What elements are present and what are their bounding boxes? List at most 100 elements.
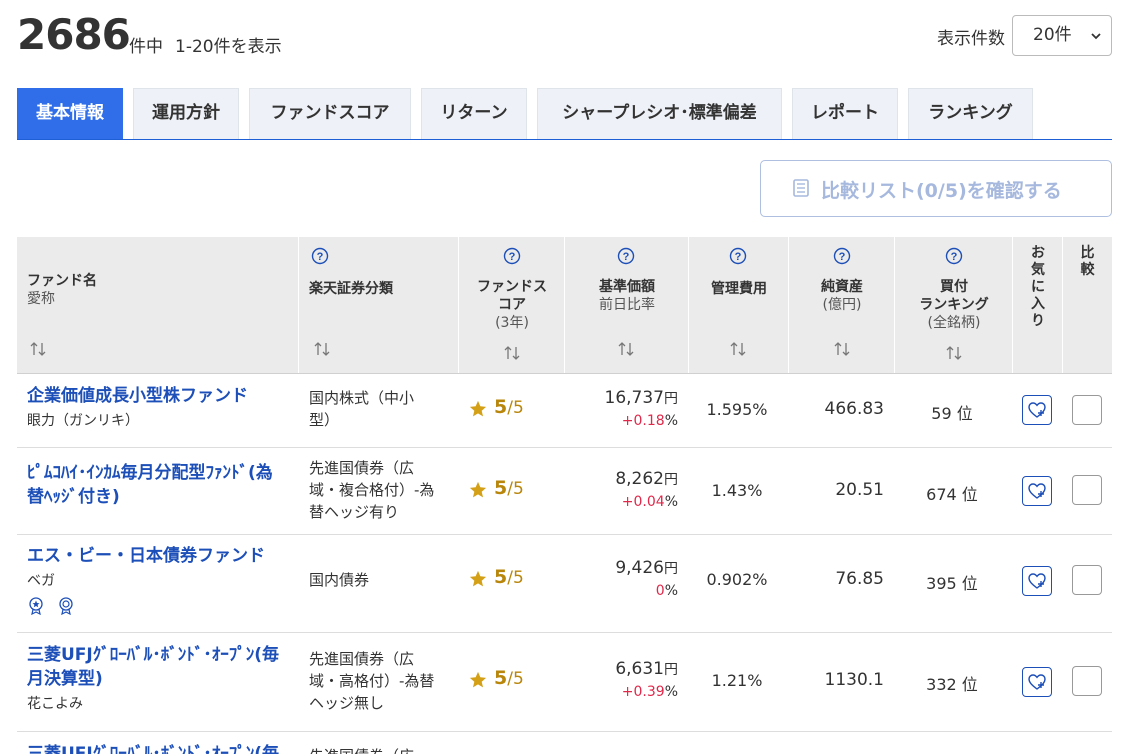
tab-fund-score[interactable]: ファンドスコア bbox=[249, 88, 411, 139]
header-fund-score[interactable]: ? ファンドス コア (3年) bbox=[459, 237, 565, 373]
fund-score: 5/5 bbox=[494, 667, 524, 689]
purchase-rank: 332 位 bbox=[926, 675, 978, 694]
sort-icon[interactable] bbox=[945, 346, 963, 360]
header-category-label: 楽天証券分類 bbox=[309, 281, 393, 297]
help-icon[interactable]: ? bbox=[311, 247, 329, 265]
help-icon[interactable]: ? bbox=[729, 247, 747, 265]
tab-return[interactable]: リターン bbox=[421, 88, 527, 139]
header-rank-line2: ランキング bbox=[919, 297, 989, 313]
star-icon bbox=[469, 671, 487, 688]
sort-icon[interactable] bbox=[503, 346, 521, 360]
nav-value: 9,426 bbox=[615, 558, 664, 578]
header-compare-char: 比 bbox=[1080, 245, 1095, 261]
fund-name-link[interactable]: エス・ビー・日本債券ファンド bbox=[27, 544, 287, 568]
fund-category-line: 先進国債券（広 bbox=[309, 745, 454, 754]
score-denominator: /5 bbox=[507, 669, 524, 689]
net-assets: 76.85 bbox=[835, 569, 884, 589]
header-nav-label: 基準価額 bbox=[599, 279, 655, 295]
tab-investment-policy[interactable]: 運用方針 bbox=[133, 88, 239, 139]
management-fee: 1.21% bbox=[711, 671, 763, 690]
add-favorite-button[interactable] bbox=[1022, 667, 1052, 697]
header-fund-name[interactable]: ファンド名 愛称 bbox=[17, 237, 299, 373]
change-value: +0.04 bbox=[621, 494, 665, 510]
fund-category-line: 国内債券 bbox=[309, 571, 370, 589]
compare-list-button[interactable]: 比較リスト(0/5)を確認する bbox=[760, 160, 1112, 217]
tab-basic-info[interactable]: 基本情報 bbox=[17, 88, 123, 139]
compare-checkbox[interactable] bbox=[1072, 395, 1102, 425]
sort-icon[interactable] bbox=[617, 342, 635, 356]
tab-sharpe-ratio[interactable]: シャープレシオ･標準偏差 bbox=[537, 88, 782, 139]
header-nav[interactable]: ? 基準価額 前日比率 bbox=[565, 237, 689, 373]
nav-change: +0.18% bbox=[622, 413, 678, 429]
fund-name-line: 月決算型) bbox=[27, 669, 103, 689]
fund-category-line: 先進国債券（広 bbox=[309, 459, 415, 477]
yen-unit: 円 bbox=[664, 391, 678, 407]
fund-category-line: ヘッジ無し bbox=[309, 694, 385, 712]
tab-report[interactable]: レポート bbox=[792, 88, 898, 139]
fund-name-link[interactable]: 三菱UFJｸﾞﾛｰﾊﾞﾙ･ﾎﾞﾝﾄﾞ･ｵｰﾌﾟﾝ(毎 bbox=[27, 742, 287, 754]
nav-price: 16,737円 bbox=[605, 388, 678, 408]
svg-text:?: ? bbox=[317, 251, 324, 263]
change-value: 0 bbox=[655, 583, 665, 599]
net-assets: 20.51 bbox=[835, 480, 884, 500]
score-value: 5 bbox=[494, 566, 508, 588]
fund-name-link[interactable]: ﾋﾟﾑｺﾊｲ･ｲﾝｶﾑ毎月分配型ﾌｧﾝﾄﾞ(為 替ﾍｯｼﾞ付き) bbox=[27, 461, 287, 509]
yen-unit: 円 bbox=[664, 472, 678, 488]
purchase-rank: 674 位 bbox=[926, 485, 978, 504]
header-fav-char: り bbox=[1031, 313, 1045, 329]
compare-list-label: 比較リスト(0/5)を確認する bbox=[821, 180, 1062, 202]
sort-icon[interactable] bbox=[729, 342, 747, 356]
add-favorite-button[interactable] bbox=[1022, 566, 1052, 596]
per-page-label: 表示件数 bbox=[937, 29, 1005, 49]
add-favorite-button[interactable] bbox=[1022, 476, 1052, 506]
svg-text:?: ? bbox=[951, 251, 958, 263]
tab-ranking[interactable]: ランキング bbox=[908, 88, 1033, 139]
total-count: 2686 bbox=[17, 10, 131, 59]
fund-name-link[interactable]: 企業価値成長小型株ファンド bbox=[27, 384, 287, 408]
table-row: エス・ビー・日本債券ファンド ベガ 国内債券 5/5 9,426円 0% 0.9… bbox=[17, 535, 1112, 633]
percent-unit: % bbox=[664, 583, 678, 599]
heart-plus-icon bbox=[1028, 573, 1046, 589]
sort-icon[interactable] bbox=[833, 342, 851, 356]
add-favorite-button[interactable] bbox=[1022, 395, 1052, 425]
score-value: 5 bbox=[494, 667, 508, 689]
compare-checkbox[interactable] bbox=[1072, 565, 1102, 595]
help-icon[interactable]: ? bbox=[833, 247, 851, 265]
score-denominator: /5 bbox=[507, 568, 524, 588]
purchase-rank: 395 位 bbox=[926, 574, 978, 593]
fund-category-line: 替ヘッジ有り bbox=[309, 503, 400, 521]
fund-category-line: 型） bbox=[309, 411, 340, 429]
compare-checkbox[interactable] bbox=[1072, 666, 1102, 696]
sort-icon[interactable] bbox=[313, 342, 331, 356]
header-favorites: お 気 に 入 り bbox=[1013, 237, 1063, 373]
table-row: ﾋﾟﾑｺﾊｲ･ｲﾝｶﾑ毎月分配型ﾌｧﾝﾄﾞ(為 替ﾍｯｼﾞ付き) 先進国債券（広… bbox=[17, 448, 1112, 535]
percent-unit: % bbox=[664, 494, 678, 510]
header-category[interactable]: ? 楽天証券分類 bbox=[299, 237, 459, 373]
help-icon[interactable]: ? bbox=[503, 247, 521, 265]
svg-text:?: ? bbox=[623, 251, 630, 263]
results-summary-bar: 2686 件中 1-20件を表示 表示件数 20件 bbox=[17, 10, 1112, 60]
change-value: +0.18 bbox=[621, 413, 665, 429]
score-denominator: /5 bbox=[507, 398, 524, 418]
header-fee-label: 管理費用 bbox=[711, 281, 767, 297]
header-fee[interactable]: ? 管理費用 bbox=[689, 237, 789, 373]
header-assets[interactable]: ? 純資産 (億円) bbox=[789, 237, 895, 373]
compare-checkbox[interactable] bbox=[1072, 475, 1102, 505]
table-row: 三菱UFJｸﾞﾛｰﾊﾞﾙ･ﾎﾞﾝﾄﾞ･ｵｰﾌﾟﾝ(毎 月決算型) 花こよみ 先進… bbox=[17, 633, 1112, 732]
help-icon[interactable]: ? bbox=[617, 247, 635, 265]
heart-plus-icon bbox=[1028, 483, 1046, 499]
percent-unit: % bbox=[664, 684, 678, 700]
fund-name-line: 替ﾍｯｼﾞ付き) bbox=[27, 487, 120, 507]
heart-plus-icon bbox=[1028, 402, 1046, 418]
header-compare-char: 較 bbox=[1080, 262, 1095, 278]
header-ranking[interactable]: ? 買付 ランキング (全銘柄) bbox=[895, 237, 1013, 373]
display-range: 1-20件を表示 bbox=[175, 37, 282, 57]
header-fund-name-label: ファンド名 bbox=[27, 273, 97, 289]
star-icon bbox=[469, 400, 487, 417]
fund-name-link[interactable]: 三菱UFJｸﾞﾛｰﾊﾞﾙ･ﾎﾞﾝﾄﾞ･ｵｰﾌﾟﾝ(毎 月決算型) bbox=[27, 643, 287, 691]
management-fee: 0.902% bbox=[706, 570, 768, 589]
sort-icon[interactable] bbox=[29, 342, 47, 356]
per-page-select[interactable]: 20件 bbox=[1012, 15, 1112, 56]
header-compare: 比 較 bbox=[1063, 237, 1112, 373]
help-icon[interactable]: ? bbox=[945, 247, 963, 265]
